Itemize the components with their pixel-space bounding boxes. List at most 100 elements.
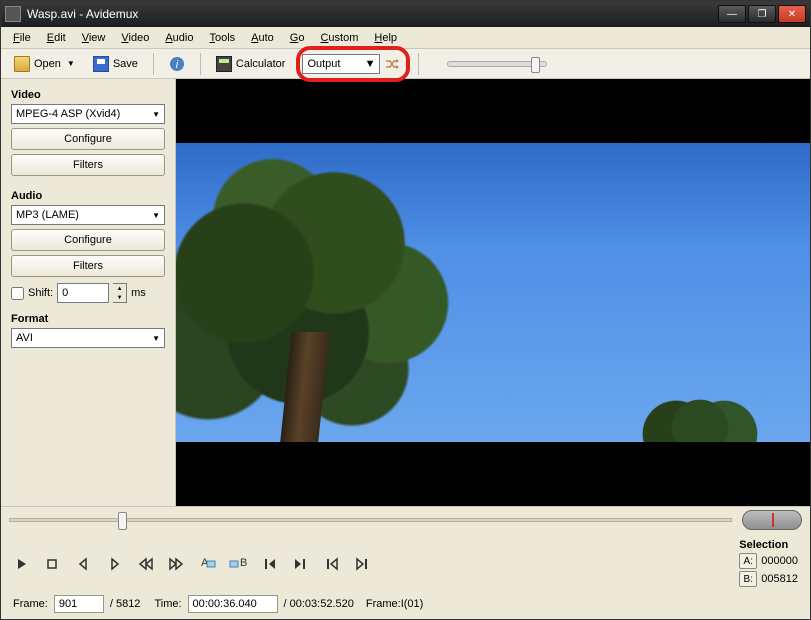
frame-input[interactable] (54, 595, 104, 613)
video-codec-value: MPEG-4 ASP (Xvid4) (16, 108, 120, 120)
info-button[interactable]: i (162, 52, 192, 76)
menu-auto[interactable]: Auto (243, 30, 282, 46)
menu-edit[interactable]: Edit (39, 30, 74, 46)
next-keyframe-button[interactable] (167, 555, 185, 573)
frame-label: Frame: (13, 598, 48, 610)
audio-configure-button[interactable]: Configure (11, 229, 165, 251)
tree-canopy (176, 153, 496, 442)
time-input[interactable] (188, 595, 278, 613)
selection-a-value: 000000 (761, 555, 798, 567)
video-filters-button[interactable]: Filters (11, 154, 165, 176)
menu-view[interactable]: View (74, 30, 114, 46)
chevron-down-icon: ▼ (365, 58, 376, 70)
play-button[interactable] (13, 555, 31, 573)
folder-open-icon (14, 56, 30, 72)
chevron-down-icon: ▼ (152, 211, 160, 220)
toolbar: Open ▼ Save i Calculator Output ▼ (1, 49, 810, 79)
menu-help[interactable]: Help (366, 30, 405, 46)
separator (200, 53, 201, 75)
jog-wheel[interactable] (742, 510, 802, 530)
slider-thumb[interactable] (531, 57, 540, 73)
format-container-select[interactable]: AVI ▼ (11, 328, 165, 348)
seek-thumb[interactable] (118, 512, 127, 530)
close-button[interactable]: ✕ (778, 5, 806, 23)
last-frame-button[interactable] (291, 555, 309, 573)
title-bar: Wasp.avi - Avidemux — ❐ ✕ (1, 1, 810, 27)
time-label: Time: (154, 598, 181, 610)
next-frame-button[interactable] (105, 555, 123, 573)
calculator-label: Calculator (236, 58, 286, 70)
maximize-button[interactable]: ❐ (748, 5, 776, 23)
selection-b-value: 005812 (761, 573, 798, 585)
main-area: Video MPEG-4 ASP (Xvid4) ▼ Configure Fil… (1, 79, 810, 506)
minimize-button[interactable]: — (718, 5, 746, 23)
selection-a-badge[interactable]: A: (739, 553, 757, 569)
selection-label: Selection (739, 539, 798, 551)
info-icon: i (169, 56, 185, 72)
format-container-value: AVI (16, 332, 33, 344)
video-section-label: Video (11, 89, 165, 101)
audio-shift-spinner[interactable]: ▲▼ (113, 283, 127, 303)
audio-shift-value: 0 (62, 287, 68, 299)
video-configure-button[interactable]: Configure (11, 128, 165, 150)
video-preview (176, 79, 810, 506)
letterbox-top (176, 79, 810, 143)
menu-tools[interactable]: Tools (201, 30, 243, 46)
calculator-button[interactable]: Calculator (209, 52, 293, 76)
output-preview-select[interactable]: Output ▼ (302, 54, 380, 74)
floppy-disk-icon (93, 56, 109, 72)
audio-filters-button[interactable]: Filters (11, 255, 165, 277)
menu-file[interactable]: File (5, 30, 39, 46)
video-frame (176, 143, 810, 442)
window-title: Wasp.avi - Avidemux (27, 7, 718, 21)
menu-audio[interactable]: Audio (157, 30, 201, 46)
chevron-down-icon: ▼ (67, 59, 75, 68)
audio-codec-value: MP3 (LAME) (16, 209, 79, 221)
volume-slider[interactable] (447, 61, 547, 67)
transport-bar: A B Selection A: 000000 B: 00581 (9, 537, 802, 595)
shuffle-icon[interactable] (384, 56, 400, 72)
chevron-down-icon: ▼ (113, 293, 126, 302)
menu-bar: File Edit View Video Audio Tools Auto Go… (1, 27, 810, 49)
time-total: / 00:03:52.520 (284, 598, 354, 610)
menu-go[interactable]: Go (282, 30, 313, 46)
next-black-frame-button[interactable] (353, 555, 371, 573)
prev-black-frame-button[interactable] (323, 555, 341, 573)
first-frame-button[interactable] (261, 555, 279, 573)
save-button[interactable]: Save (86, 52, 145, 76)
prev-frame-button[interactable] (75, 555, 93, 573)
selection-b-badge[interactable]: B: (739, 571, 757, 587)
separator (418, 53, 419, 75)
calculator-icon (216, 56, 232, 72)
menu-custom[interactable]: Custom (312, 30, 366, 46)
chevron-down-icon: ▼ (152, 110, 160, 119)
output-selected-label: Output (307, 58, 340, 70)
seek-slider[interactable] (9, 518, 732, 522)
background-bush (640, 392, 760, 442)
audio-shift-input[interactable]: 0 (57, 283, 109, 303)
menu-video[interactable]: Video (113, 30, 157, 46)
letterbox-bottom (176, 442, 810, 506)
sidebar: Video MPEG-4 ASP (Xvid4) ▼ Configure Fil… (1, 79, 176, 506)
set-marker-b-button[interactable]: B (229, 555, 247, 573)
frame-total: / 5812 (110, 598, 141, 610)
output-highlight-callout: Output ▼ (296, 46, 410, 82)
chevron-down-icon: ▼ (152, 334, 160, 343)
svg-text:B: B (240, 557, 247, 569)
set-marker-a-button[interactable]: A (199, 555, 217, 573)
audio-shift-unit: ms (131, 287, 146, 299)
selection-panel: Selection A: 000000 B: 005812 (739, 539, 798, 589)
prev-keyframe-button[interactable] (137, 555, 155, 573)
stop-button[interactable] (43, 555, 61, 573)
bottom-panel: A B Selection A: 000000 B: 00581 (1, 506, 810, 619)
status-bar: Frame: / 5812 Time: / 00:03:52.520 Frame… (9, 595, 802, 613)
open-button[interactable]: Open ▼ (7, 52, 82, 76)
audio-codec-select[interactable]: MP3 (LAME) ▼ (11, 205, 165, 225)
chevron-up-icon: ▲ (113, 284, 126, 293)
format-section-label: Format (11, 313, 165, 325)
video-codec-select[interactable]: MPEG-4 ASP (Xvid4) ▼ (11, 104, 165, 124)
save-label: Save (113, 58, 138, 70)
separator (153, 53, 154, 75)
app-icon (5, 6, 21, 22)
audio-shift-checkbox[interactable] (11, 287, 24, 300)
